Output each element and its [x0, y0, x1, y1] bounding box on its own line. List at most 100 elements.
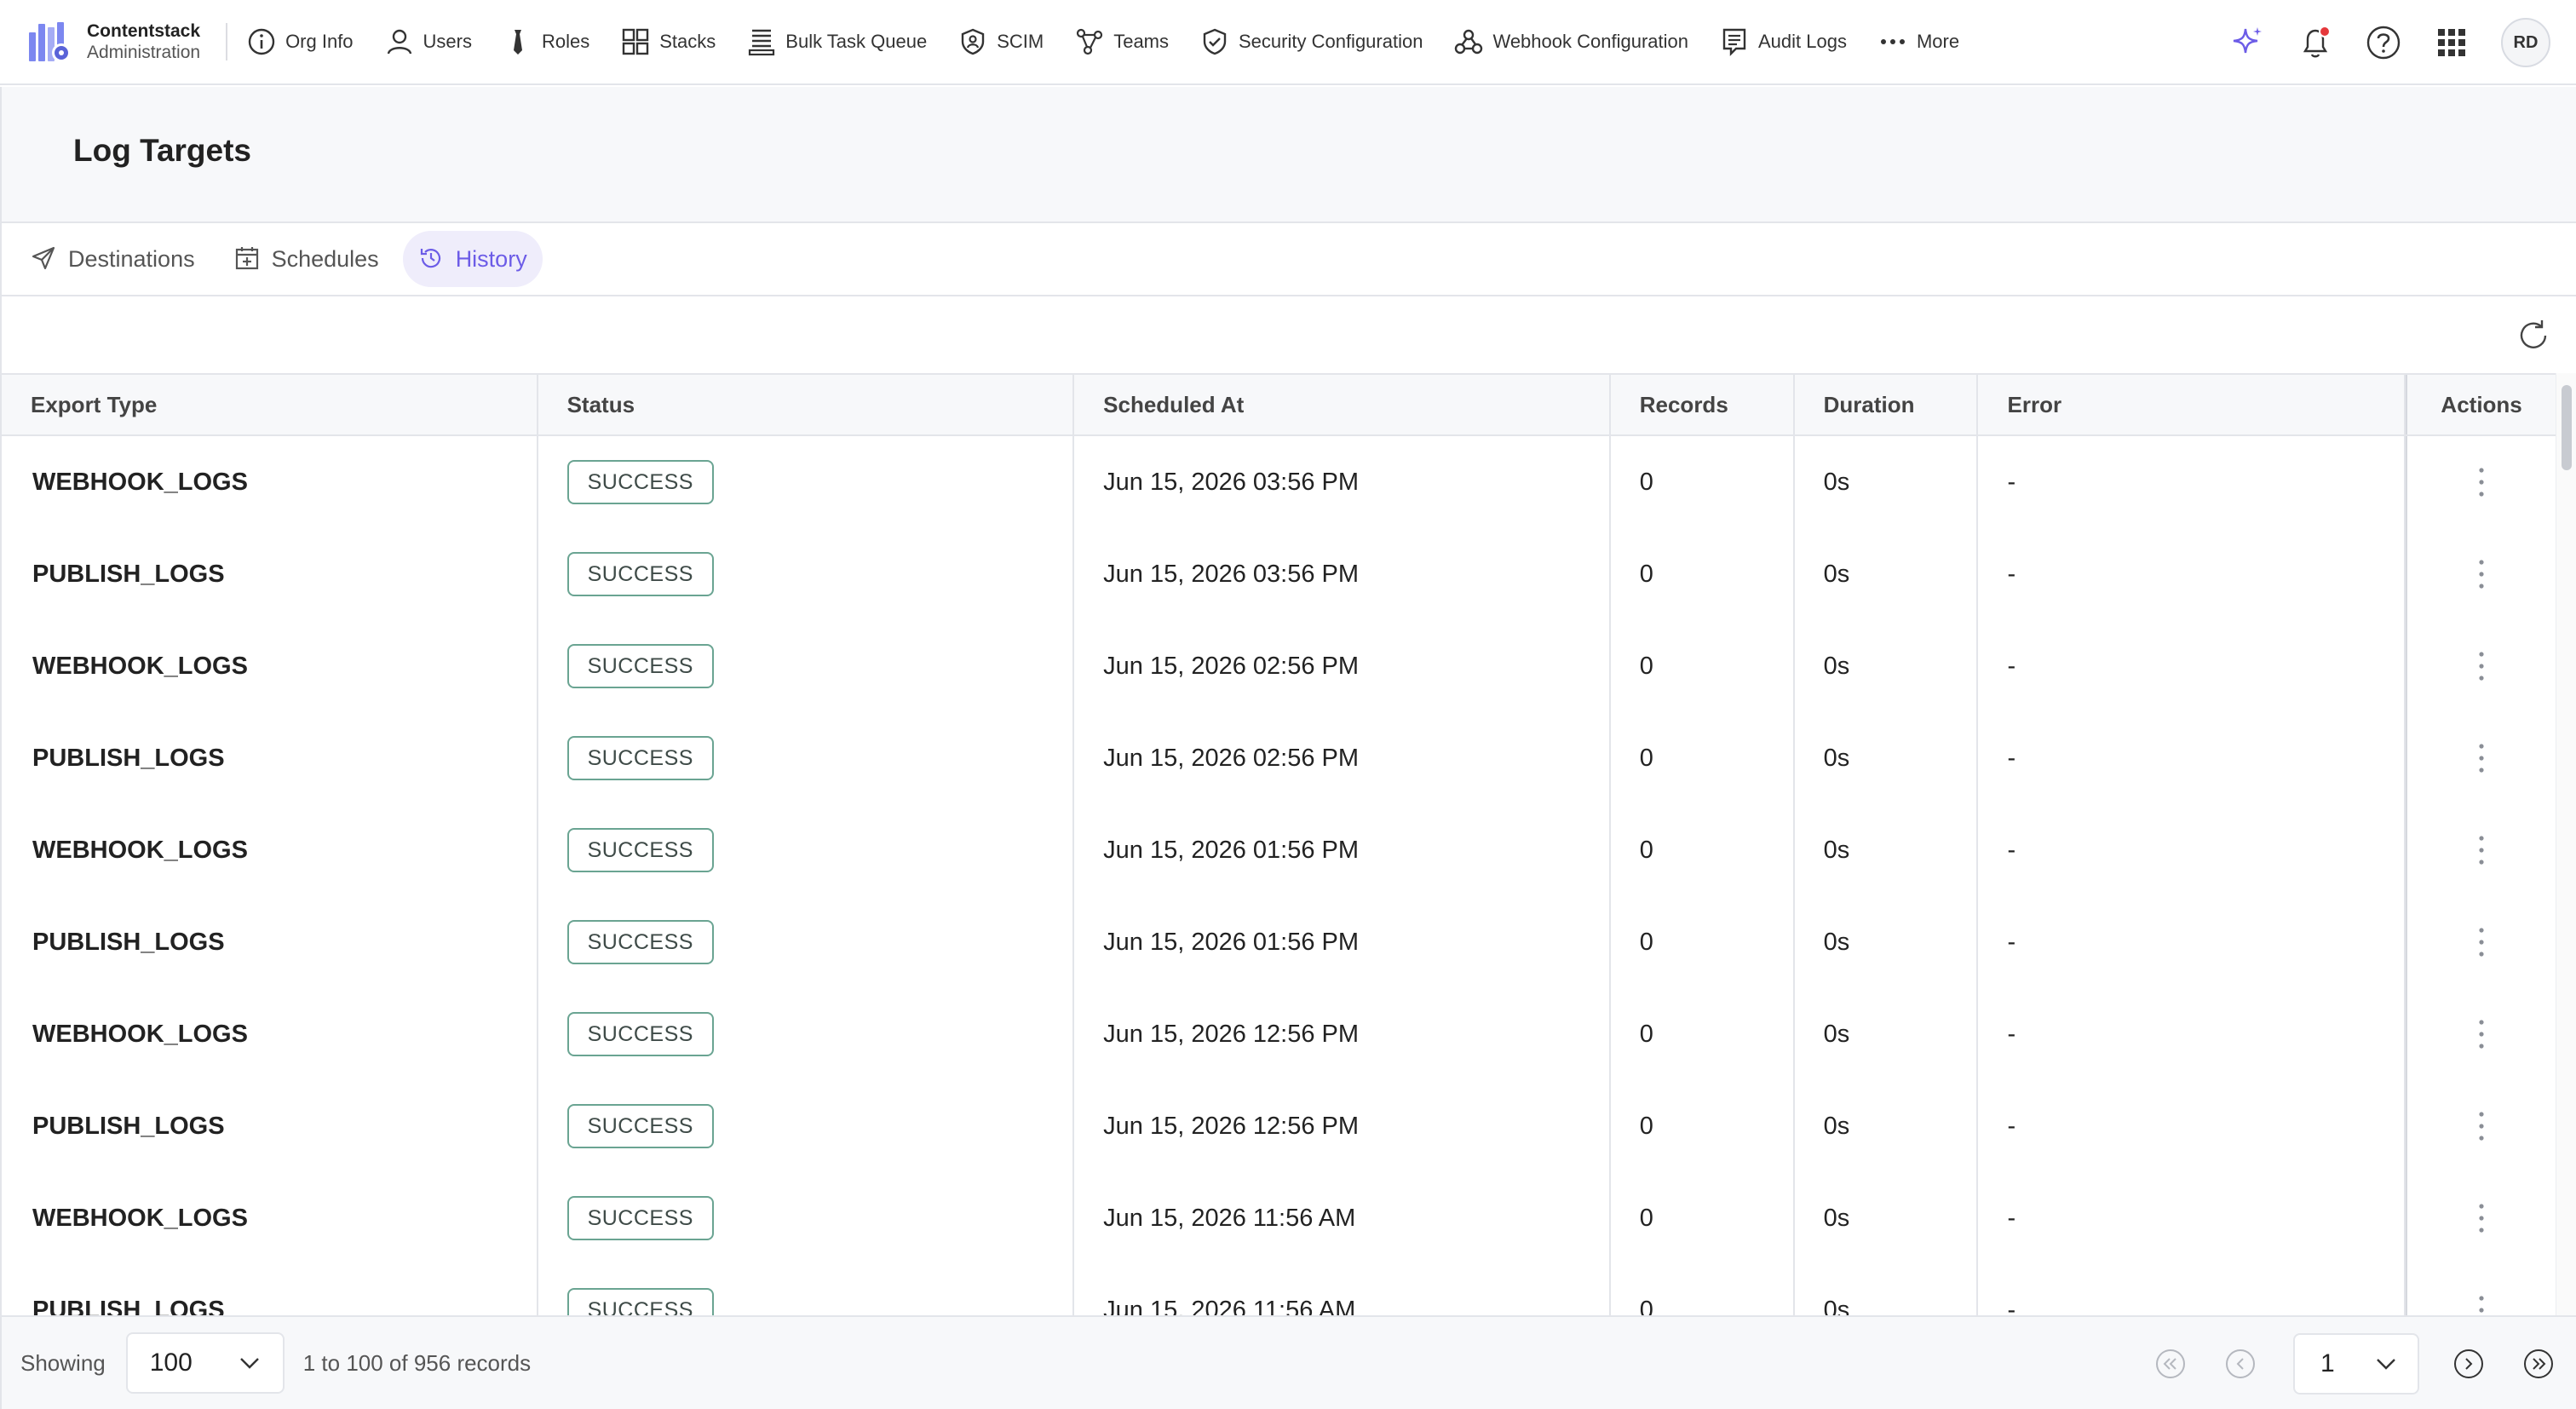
notification-dot: [2319, 26, 2331, 37]
status-badge: SUCCESS: [566, 1104, 714, 1148]
next-page-button[interactable]: [2450, 1345, 2487, 1383]
chevron-right-icon: [2454, 1349, 2483, 1378]
cell-export-type: PUBLISH_LOGS: [2, 528, 538, 620]
table-row[interactable]: PUBLISH_LOGS SUCCESS Jun 15, 2026 02:56 PM…: [2, 712, 2556, 804]
brand-name: Contentstack: [87, 20, 201, 41]
nav-item-teams[interactable]: Teams: [1074, 26, 1169, 57]
row-actions-button[interactable]: [2464, 649, 2498, 683]
kebab-menu-icon: [2479, 560, 2484, 589]
last-page-button[interactable]: [2520, 1345, 2557, 1383]
tab-schedules[interactable]: Schedules: [219, 231, 394, 287]
row-actions-button[interactable]: [2464, 557, 2498, 591]
nav-item-label: Bulk Task Queue: [785, 31, 928, 52]
column-header-status[interactable]: Status: [538, 375, 1075, 434]
nav-item-webhook-configuration[interactable]: Webhook Configuration: [1453, 26, 1688, 57]
row-actions-button[interactable]: [2464, 1109, 2498, 1143]
notifications-button[interactable]: [2295, 22, 2336, 63]
cell-records: 0: [1611, 528, 1795, 620]
pager: 1: [2152, 1317, 2557, 1409]
kebab-menu-icon: [2479, 1112, 2484, 1141]
column-header-scheduled-at[interactable]: Scheduled At: [1074, 375, 1611, 434]
cell-scheduled-at: Jun 15, 2026 11:56 AM: [1074, 1172, 1611, 1264]
tie-icon: [503, 26, 533, 57]
apps-grid-button[interactable]: [2431, 22, 2472, 63]
tab-label: History: [455, 245, 527, 272]
table-row[interactable]: WEBHOOK_LOGS SUCCESS Jun 15, 2026 01:56 PM…: [2, 804, 2556, 896]
column-header-actions: Actions: [2406, 375, 2556, 434]
column-header-export-type[interactable]: Export Type: [2, 375, 538, 434]
showing-label: Showing: [20, 1349, 106, 1376]
tab-destinations[interactable]: Destinations: [15, 231, 210, 287]
cell-actions: [2406, 896, 2556, 988]
row-actions-button[interactable]: [2464, 1201, 2498, 1235]
status-badge: SUCCESS: [566, 1288, 714, 1315]
cell-duration: 0s: [1795, 896, 1979, 988]
cell-scheduled-at: Jun 15, 2026 03:56 PM: [1074, 528, 1611, 620]
vertical-scrollbar[interactable]: [2556, 373, 2576, 1315]
nav-item-roles[interactable]: Roles: [503, 26, 589, 57]
cell-actions: [2406, 528, 2556, 620]
nav-item-label: Webhook Configuration: [1492, 31, 1688, 52]
cell-duration: 0s: [1795, 712, 1979, 804]
table-row[interactable]: PUBLISH_LOGS SUCCESS Jun 15, 2026 12:56 PM…: [2, 1080, 2556, 1172]
page-size-select[interactable]: 100: [125, 1332, 285, 1394]
cell-status: SUCCESS: [538, 1172, 1075, 1264]
nav-item-org-info[interactable]: Org Info: [246, 26, 354, 57]
row-actions-button[interactable]: [2464, 833, 2498, 867]
table-row[interactable]: WEBHOOK_LOGS SUCCESS Jun 15, 2026 11:56 AM…: [2, 1172, 2556, 1264]
cell-status: SUCCESS: [538, 804, 1075, 896]
status-badge: SUCCESS: [566, 1012, 714, 1056]
cell-status: SUCCESS: [538, 896, 1075, 988]
help-button[interactable]: [2363, 22, 2404, 63]
nav-item-stacks[interactable]: Stacks: [620, 26, 716, 57]
brand[interactable]: Contentstack Administration: [27, 0, 200, 84]
status-badge: SUCCESS: [566, 920, 714, 964]
column-header-duration[interactable]: Duration: [1795, 375, 1979, 434]
cell-scheduled-at: Jun 15, 2026 02:56 PM: [1074, 620, 1611, 712]
cell-scheduled-at: Jun 15, 2026 01:56 PM: [1074, 896, 1611, 988]
nav-item-users[interactable]: Users: [384, 26, 472, 57]
row-actions-button[interactable]: [2464, 1293, 2498, 1315]
status-badge: SUCCESS: [566, 736, 714, 780]
cell-error: -: [1978, 804, 2406, 896]
double-chevron-right-icon: [2524, 1349, 2553, 1378]
scrollbar-thumb[interactable]: [2562, 385, 2572, 470]
nav-item-label: Users: [423, 31, 472, 52]
tab-history[interactable]: History: [402, 231, 543, 287]
cell-duration: 0s: [1795, 1172, 1979, 1264]
cell-status: SUCCESS: [538, 436, 1075, 528]
table-row[interactable]: WEBHOOK_LOGS SUCCESS Jun 15, 2026 12:56 PM…: [2, 988, 2556, 1080]
row-actions-button[interactable]: [2464, 1017, 2498, 1051]
column-header-error[interactable]: Error: [1978, 375, 2406, 434]
table-row[interactable]: PUBLISH_LOGS SUCCESS Jun 15, 2026 01:56 PM…: [2, 896, 2556, 988]
page-number-select[interactable]: 1: [2293, 1333, 2419, 1395]
refresh-button[interactable]: [2513, 315, 2554, 356]
nav-item-label: SCIM: [997, 31, 1044, 52]
table-row[interactable]: WEBHOOK_LOGS SUCCESS Jun 15, 2026 02:56 PM…: [2, 620, 2556, 712]
page-size-value: 100: [149, 1349, 193, 1377]
refresh-icon: [2520, 320, 2547, 348]
row-actions-button[interactable]: [2464, 925, 2498, 959]
prev-page-button[interactable]: [2222, 1345, 2259, 1383]
first-page-button[interactable]: [2152, 1345, 2189, 1383]
table-row[interactable]: WEBHOOK_LOGS SUCCESS Jun 15, 2026 03:56 PM…: [2, 436, 2556, 528]
row-actions-button[interactable]: [2464, 465, 2498, 499]
status-badge: SUCCESS: [566, 552, 714, 596]
record-range: 1 to 100 of 956 records: [302, 1349, 532, 1376]
row-actions-button[interactable]: [2464, 741, 2498, 775]
cell-status: SUCCESS: [538, 712, 1075, 804]
nav-item-scim[interactable]: SCIM: [957, 26, 1044, 57]
column-header-records[interactable]: Records: [1611, 375, 1795, 434]
table-header: Export Type Status Scheduled At Records …: [2, 375, 2556, 436]
table-row[interactable]: PUBLISH_LOGS SUCCESS Jun 15, 2026 03:56 PM…: [2, 528, 2556, 620]
table-body: WEBHOOK_LOGS SUCCESS Jun 15, 2026 03:56 PM…: [2, 436, 2556, 1315]
webhook-icon: [1453, 26, 1484, 57]
table-row[interactable]: PUBLISH_LOGS SUCCESS Jun 15, 2026 11:56 AM…: [2, 1264, 2556, 1315]
nav-item-bulk-task-queue[interactable]: Bulk Task Queue: [746, 26, 927, 57]
avatar[interactable]: RD: [2501, 18, 2550, 67]
ai-sparkle-button[interactable]: [2227, 22, 2268, 63]
nav-item-more[interactable]: More: [1877, 26, 1959, 57]
kebab-menu-icon: [2479, 836, 2484, 865]
nav-item-audit-logs[interactable]: Audit Logs: [1719, 26, 1847, 57]
nav-item-security-configuration[interactable]: Security Configuration: [1199, 26, 1423, 57]
